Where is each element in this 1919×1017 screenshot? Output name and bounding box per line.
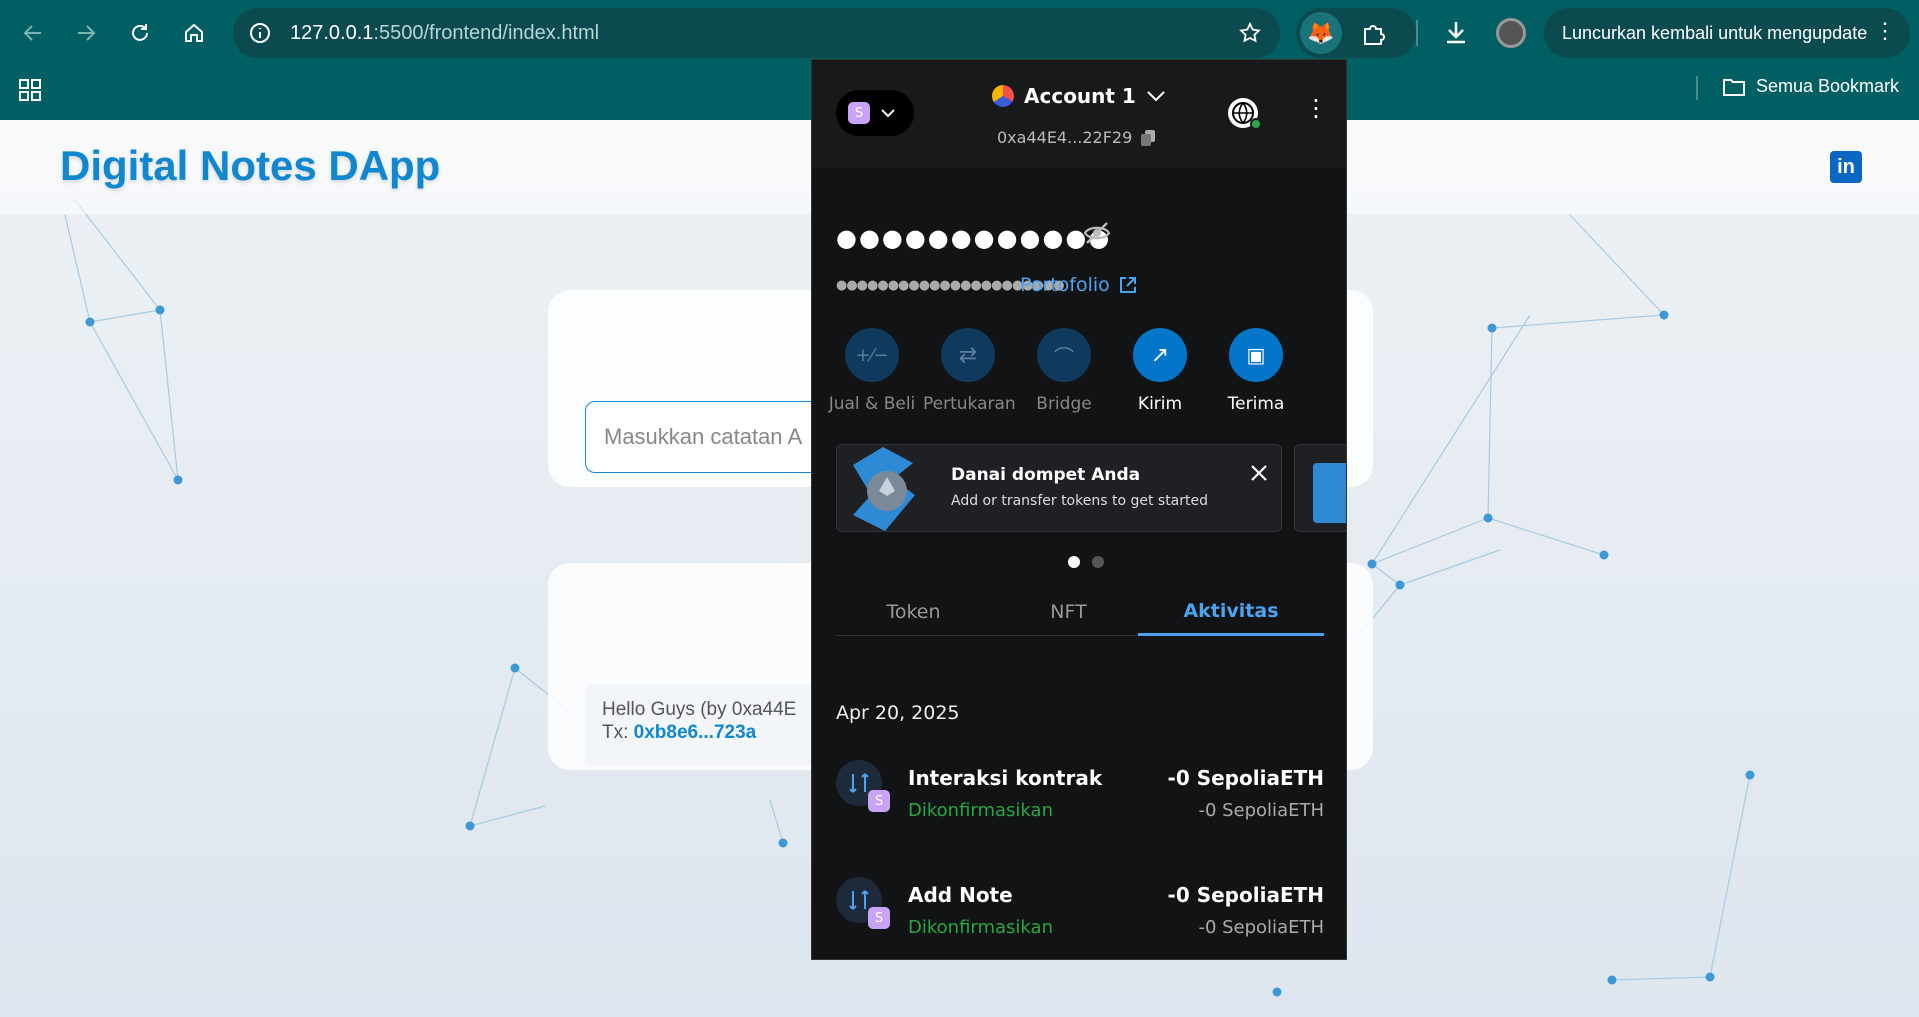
puzzle-icon[interactable] xyxy=(1360,21,1386,47)
banner-title: Danai dompet Anda xyxy=(951,465,1141,485)
network-badge: S xyxy=(848,102,870,124)
fund-wallet-banner[interactable]: Danai dompet Anda Add or transfer tokens… xyxy=(836,444,1282,532)
action-buy-sell[interactable]: +⁄− Jual & Beli xyxy=(827,328,917,414)
portfolio-link[interactable]: Portofolio xyxy=(1020,274,1138,296)
qr-icon: ▣ xyxy=(1229,328,1283,382)
close-icon[interactable] xyxy=(1249,463,1269,483)
extensions-group: 🦊 xyxy=(1296,8,1416,58)
next-banner[interactable] xyxy=(1294,444,1346,532)
transaction-row[interactable]: S Add Note Dikonfirmasikan -0 SepoliaETH… xyxy=(836,877,1324,957)
note-item: Hello Guys (by 0xa44E Tx: 0xb8e6...723a xyxy=(585,684,825,766)
action-receive[interactable]: ▣ Terima xyxy=(1211,328,1301,414)
home-button[interactable] xyxy=(175,14,213,52)
address-bar[interactable]: 127.0.0.1:5500/frontend/index.html xyxy=(233,8,1280,58)
note-tx-link[interactable]: 0xb8e6...723a xyxy=(634,722,757,743)
banner-subtitle: Add or transfer tokens to get started xyxy=(951,493,1209,509)
divider xyxy=(1696,76,1698,100)
back-button[interactable] xyxy=(14,14,52,52)
toolbar: 127.0.0.1:5500/frontend/index.html 🦊 Lun… xyxy=(0,0,1919,66)
profile-avatar[interactable] xyxy=(1496,18,1526,48)
reload-button[interactable] xyxy=(121,14,159,52)
ethereum-coin-icon xyxy=(853,447,915,531)
tab-nft[interactable]: NFT xyxy=(991,588,1146,636)
chevron-down-icon xyxy=(1147,91,1165,102)
arrow-left-icon xyxy=(23,25,41,41)
basket-icon xyxy=(1313,463,1346,523)
account-selector[interactable]: Account 1 xyxy=(992,84,1166,108)
external-link-icon xyxy=(1119,277,1136,293)
globe-connected-icon[interactable] xyxy=(1228,98,1262,130)
note-input[interactable]: Masukkan catatan A xyxy=(585,401,845,473)
account-address[interactable]: 0xa44E4...22F29 xyxy=(997,128,1156,147)
kebab-menu-icon: ⋮ xyxy=(1874,18,1896,43)
network-badge: S xyxy=(868,790,890,812)
action-send[interactable]: ↗ Kirim xyxy=(1115,328,1205,414)
home-icon xyxy=(185,23,203,42)
tab-activity[interactable]: Aktivitas xyxy=(1138,588,1324,636)
transaction-row[interactable]: S Interaksi kontrak Dikonfirmasikan -0 S… xyxy=(836,760,1324,840)
star-icon[interactable] xyxy=(1238,21,1262,45)
metamask-popup: S Account 1 0xa44E4...22F29 ⋮ ●●●●●●●●●●… xyxy=(811,59,1347,960)
swap-icon: ⇄ xyxy=(941,328,995,382)
arrow-up-right-icon: ↗ xyxy=(1133,328,1187,382)
page-title: Digital Notes DApp xyxy=(60,142,441,189)
arrow-right-icon xyxy=(78,25,96,41)
download-icon[interactable] xyxy=(1442,18,1470,46)
eye-slash-icon[interactable] xyxy=(1082,220,1112,246)
carousel-dot-active[interactable] xyxy=(1068,556,1080,568)
reload-icon xyxy=(132,24,148,41)
activity-date: Apr 20, 2025 xyxy=(836,702,960,724)
contract-interaction-icon: S xyxy=(836,760,890,812)
metamask-fox-icon[interactable]: 🦊 xyxy=(1300,12,1342,54)
network-badge: S xyxy=(868,907,890,929)
all-bookmarks-button[interactable]: Semua Bookmark xyxy=(1722,76,1899,97)
balance-hidden: ●●●●●●●●●●●● xyxy=(836,224,1112,252)
url-text[interactable]: 127.0.0.1:5500/frontend/index.html xyxy=(290,22,599,45)
contract-interaction-icon: S xyxy=(836,877,890,929)
copy-icon xyxy=(1141,129,1156,146)
relaunch-update-button[interactable]: Luncurkan kembali untuk mengupdate ⋮ xyxy=(1544,8,1910,58)
bridge-icon: ⌒ xyxy=(1037,328,1091,382)
note-tx-label: Tx: xyxy=(602,722,634,743)
info-icon[interactable] xyxy=(249,22,271,44)
metamask-header: S Account 1 0xa44E4...22F29 ⋮ xyxy=(812,60,1346,168)
chevron-down-icon xyxy=(881,109,895,118)
apps-grid-icon[interactable] xyxy=(18,78,42,102)
note-text: Hello Guys (by 0xa44E xyxy=(602,699,797,720)
folder-icon xyxy=(1723,78,1745,96)
more-options-icon[interactable]: ⋮ xyxy=(1304,94,1328,122)
forward-button[interactable] xyxy=(67,14,105,52)
account-avatar xyxy=(992,85,1014,107)
action-swap[interactable]: ⇄ Pertukaran xyxy=(923,328,1016,414)
network-selector[interactable]: S xyxy=(836,90,914,136)
linkedin-icon[interactable]: in xyxy=(1830,151,1862,183)
action-bridge[interactable]: ⌒ Bridge xyxy=(1019,328,1109,414)
carousel-dot[interactable] xyxy=(1092,556,1104,568)
divider xyxy=(1416,20,1418,46)
tabs: Token NFT Aktivitas xyxy=(836,588,1324,636)
plus-minus-icon: +⁄− xyxy=(845,328,899,382)
tab-token[interactable]: Token xyxy=(836,588,991,636)
